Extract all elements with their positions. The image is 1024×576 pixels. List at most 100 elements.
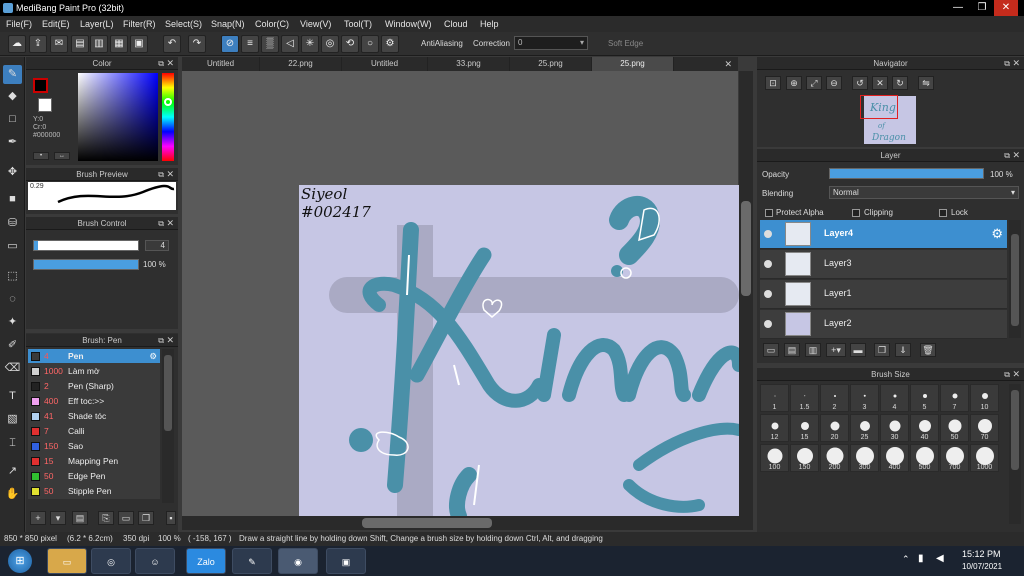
visibility-eye-icon[interactable] [764, 290, 772, 298]
brush-size-option[interactable]: 500 [910, 444, 939, 472]
folder-icon[interactable]: ▭ [118, 511, 134, 525]
circle-snap-icon[interactable]: ◎ [321, 35, 339, 53]
horizontal-scrollbar[interactable] [182, 516, 753, 530]
browser-icon[interactable]: ◎ [91, 548, 131, 574]
tab-untitled-2[interactable]: Untitled [342, 57, 428, 71]
zalo-app-icon[interactable]: Zalo [186, 548, 226, 574]
menu-color[interactable]: Color(C) [255, 16, 289, 32]
cloud-icon[interactable]: ☁ [8, 35, 26, 53]
layer-item-layer3[interactable]: Layer3 [760, 250, 1007, 279]
color-swap-button[interactable]: ↔ [54, 152, 70, 160]
lock-checkbox[interactable] [939, 209, 947, 217]
brush-item[interactable]: 2 Pen (Sharp) [28, 379, 160, 394]
bucket-tool-icon[interactable]: ⛁ [3, 214, 22, 233]
close-button[interactable]: ✕ [994, 0, 1018, 16]
menu-layer[interactable]: Layer(L) [80, 16, 114, 32]
brush-size-option[interactable]: 15 [790, 414, 819, 442]
brush-size-slider[interactable] [33, 240, 139, 251]
close-icon[interactable]: ✕ [166, 168, 174, 181]
correction-select[interactable]: 0 ▾ [514, 36, 588, 50]
brush-item[interactable]: 1000 Làm mờ [28, 364, 160, 379]
brush-item[interactable]: 41 Shade tóc [28, 409, 160, 424]
layer-item-layer1[interactable]: Layer1 [760, 280, 1007, 309]
tab-22-png[interactable]: 22.png [260, 57, 342, 71]
redo-icon[interactable]: ↷ [188, 35, 206, 53]
text-tool-icon[interactable]: T [3, 387, 22, 406]
brush-copy-icon[interactable]: ⎘ [98, 511, 114, 525]
medibang-app-icon[interactable]: ▣ [326, 548, 366, 574]
magic-wand-icon[interactable]: ✦ [3, 313, 22, 332]
panel-icon[interactable]: ▣ [130, 35, 148, 53]
chrome-icon[interactable]: ◉ [278, 548, 318, 574]
color-mode-button[interactable]: • [33, 152, 49, 160]
gradient-tool-icon[interactable]: ▭ [3, 237, 22, 256]
ellipse-snap-icon[interactable]: ○ [361, 35, 379, 53]
duplicate-layer-icon[interactable]: ❐ [874, 343, 890, 357]
menu-help[interactable]: Help [480, 16, 499, 32]
brush-size-option[interactable]: 30 [880, 414, 909, 442]
divide-tool-icon[interactable]: ▧ [3, 410, 22, 429]
popout-icon[interactable]: ⧉ [158, 168, 164, 181]
menu-cloud[interactable]: Cloud [444, 16, 468, 32]
clock-date[interactable]: 10/07/2021 [962, 562, 1002, 571]
gear-icon[interactable]: ⚙ [991, 226, 1003, 242]
brush-size-option[interactable]: 400 [880, 444, 909, 472]
scroll-thumb[interactable] [164, 355, 172, 431]
new-8bit-layer-icon[interactable]: ▥ [805, 343, 821, 357]
hue-slider[interactable] [162, 73, 174, 161]
snap-off-icon[interactable]: ⊘ [221, 35, 239, 53]
brush-item[interactable]: 50 Stipple Pen [28, 484, 160, 499]
parallel-snap-icon[interactable]: ≡ [241, 35, 259, 53]
dropper-icon[interactable]: ↗ [3, 462, 22, 481]
brush-size-option[interactable]: 4 [880, 384, 909, 412]
layer-item-layer2[interactable]: Layer2 [760, 310, 1007, 339]
brush-item[interactable]: 7 Calli [28, 424, 160, 439]
pen-tool-icon[interactable]: ✒ [3, 133, 22, 152]
brush-size-option[interactable]: 25 [850, 414, 879, 442]
clipping-checkbox[interactable] [852, 209, 860, 217]
brush-size-option[interactable]: 40 [910, 414, 939, 442]
lasso-tool-icon[interactable]: ◌ [3, 290, 22, 309]
brush-list-scrollbar[interactable] [162, 349, 174, 503]
close-icon[interactable]: ✕ [166, 217, 174, 230]
maximize-button[interactable]: ❐ [970, 0, 994, 16]
rotate-right-icon[interactable]: ↻ [892, 76, 908, 90]
fill-rect-tool-icon[interactable]: ■ [3, 190, 22, 209]
drawing-canvas[interactable]: Siyeol #002417 [299, 185, 739, 516]
flip-icon[interactable]: ⇋ [918, 76, 934, 90]
popout-icon[interactable]: ⧉ [158, 57, 164, 70]
reset-view-icon[interactable]: ✕ [872, 76, 888, 90]
brush-size-option[interactable]: 3 [850, 384, 879, 412]
tab-25-png-1[interactable]: 25.png [510, 57, 592, 71]
menu-snap[interactable]: Snap(N) [211, 16, 245, 32]
scroll-thumb[interactable] [1011, 390, 1019, 470]
brush-size-value[interactable]: 4 [145, 240, 169, 251]
brush-tool-icon[interactable]: ✎ [3, 65, 22, 84]
visibility-eye-icon[interactable] [764, 260, 772, 268]
brush-size-option[interactable]: 150 [790, 444, 819, 472]
brush-size-option[interactable]: 1000 [970, 444, 999, 472]
clock-time[interactable]: 15:12 PM [962, 549, 1001, 559]
layer-item-layer4[interactable]: Layer4 ⚙ [760, 220, 1007, 249]
navigator-viewport[interactable] [860, 95, 898, 119]
eyedropper-icon[interactable]: ⌶ [3, 434, 22, 453]
close-tab-icon[interactable]: ✕ [724, 59, 732, 70]
undo-icon[interactable]: ↶ [163, 35, 181, 53]
brush-folder-icon[interactable]: ▤ [72, 511, 88, 525]
tab-25-png-2[interactable]: 25.png [592, 57, 674, 71]
brush-size-option[interactable]: 70 [970, 414, 999, 442]
page-icon[interactable]: ▥ [90, 35, 108, 53]
new-layer-icon[interactable]: ▭ [763, 343, 779, 357]
popout-icon[interactable]: ⧉ [158, 217, 164, 230]
tray-arrow-icon[interactable]: ⌃ [902, 554, 910, 565]
close-icon[interactable]: ✕ [1012, 149, 1020, 162]
scroll-thumb[interactable] [362, 518, 492, 528]
close-icon[interactable]: ✕ [166, 334, 174, 347]
saturation-value-picker[interactable] [78, 73, 158, 161]
brush-opacity-slider[interactable] [33, 259, 139, 270]
brush-size-option[interactable]: 1.5 [790, 384, 819, 412]
radial-snap-icon[interactable]: ✳ [301, 35, 319, 53]
duplicate-icon[interactable]: ❐ [138, 511, 154, 525]
fit-window-icon[interactable]: ⤢ [806, 76, 822, 90]
add-layer-menu-icon[interactable]: +▾ [826, 343, 846, 357]
